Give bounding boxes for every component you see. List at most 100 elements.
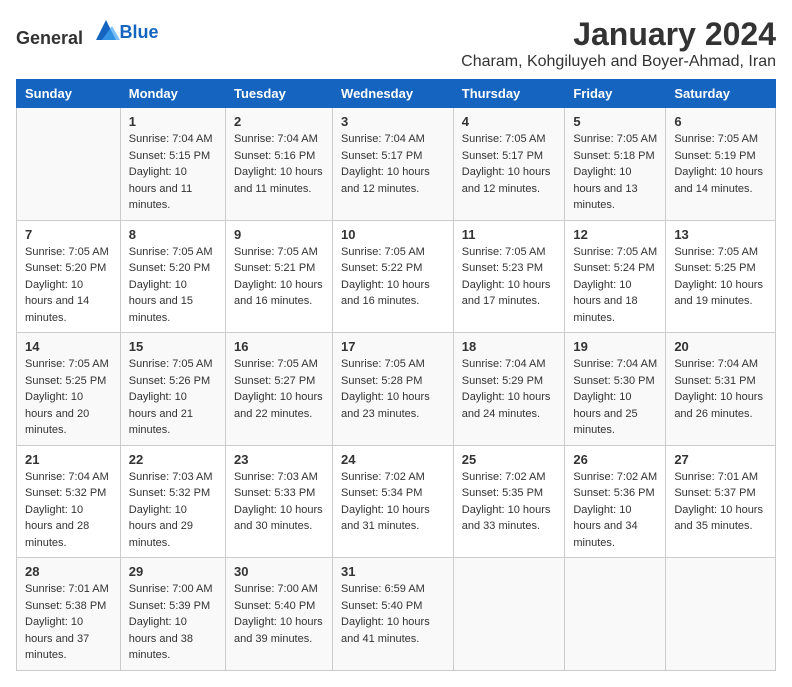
- day-number: 5: [573, 114, 657, 129]
- day-info: Sunrise: 7:05 AM Sunset: 5:24 PM Dayligh…: [573, 244, 657, 327]
- sunrise: Sunrise: 7:05 AM: [25, 358, 109, 370]
- day-number: 3: [341, 114, 445, 129]
- sunset: Sunset: 5:30 PM: [573, 375, 654, 387]
- daylight: Daylight: 10 hours and 22 minutes.: [234, 391, 323, 420]
- day-info: Sunrise: 7:05 AM Sunset: 5:23 PM Dayligh…: [462, 244, 557, 310]
- sunset: Sunset: 5:17 PM: [462, 150, 543, 162]
- day-info: Sunrise: 7:05 AM Sunset: 5:27 PM Dayligh…: [234, 356, 324, 422]
- day-info: Sunrise: 7:02 AM Sunset: 5:35 PM Dayligh…: [462, 469, 557, 535]
- day-number: 26: [573, 452, 657, 467]
- sunrise: Sunrise: 7:04 AM: [25, 471, 109, 483]
- sunset: Sunset: 5:31 PM: [674, 375, 755, 387]
- header-monday: Monday: [120, 80, 225, 108]
- day-info: Sunrise: 7:05 AM Sunset: 5:17 PM Dayligh…: [462, 131, 557, 197]
- calendar-week-1: 1 Sunrise: 7:04 AM Sunset: 5:15 PM Dayli…: [17, 108, 776, 221]
- daylight: Daylight: 10 hours and 13 minutes.: [573, 166, 637, 211]
- calendar-cell: 22 Sunrise: 7:03 AM Sunset: 5:32 PM Dayl…: [120, 445, 225, 558]
- calendar-table: SundayMondayTuesdayWednesdayThursdayFrid…: [16, 79, 776, 671]
- day-number: 1: [129, 114, 217, 129]
- sunrise: Sunrise: 7:05 AM: [573, 133, 657, 145]
- daylight: Daylight: 10 hours and 35 minutes.: [674, 504, 763, 533]
- sunrise: Sunrise: 7:05 AM: [674, 133, 758, 145]
- calendar-cell: 5 Sunrise: 7:05 AM Sunset: 5:18 PM Dayli…: [565, 108, 666, 221]
- daylight: Daylight: 10 hours and 18 minutes.: [573, 279, 637, 324]
- day-info: Sunrise: 7:04 AM Sunset: 5:32 PM Dayligh…: [25, 469, 112, 552]
- daylight: Daylight: 10 hours and 19 minutes.: [674, 279, 763, 308]
- sunrise: Sunrise: 7:03 AM: [234, 471, 318, 483]
- daylight: Daylight: 10 hours and 11 minutes.: [129, 166, 192, 211]
- day-number: 23: [234, 452, 324, 467]
- day-info: Sunrise: 7:05 AM Sunset: 5:20 PM Dayligh…: [129, 244, 217, 327]
- daylight: Daylight: 10 hours and 24 minutes.: [462, 391, 551, 420]
- day-info: Sunrise: 7:04 AM Sunset: 5:15 PM Dayligh…: [129, 131, 217, 214]
- sunset: Sunset: 5:36 PM: [573, 487, 654, 499]
- daylight: Daylight: 10 hours and 17 minutes.: [462, 279, 551, 308]
- daylight: Daylight: 10 hours and 38 minutes.: [129, 616, 193, 661]
- day-info: Sunrise: 7:05 AM Sunset: 5:26 PM Dayligh…: [129, 356, 217, 439]
- daylight: Daylight: 10 hours and 33 minutes.: [462, 504, 551, 533]
- sunset: Sunset: 5:20 PM: [25, 262, 106, 274]
- sunrise: Sunrise: 7:03 AM: [129, 471, 213, 483]
- header-saturday: Saturday: [666, 80, 776, 108]
- sunset: Sunset: 5:29 PM: [462, 375, 543, 387]
- daylight: Daylight: 10 hours and 20 minutes.: [25, 391, 89, 436]
- daylight: Daylight: 10 hours and 31 minutes.: [341, 504, 430, 533]
- sunset: Sunset: 5:39 PM: [129, 600, 210, 612]
- sunset: Sunset: 5:24 PM: [573, 262, 654, 274]
- logo-icon: [92, 16, 120, 44]
- calendar-cell: 27 Sunrise: 7:01 AM Sunset: 5:37 PM Dayl…: [666, 445, 776, 558]
- logo: General Blue: [16, 16, 159, 49]
- calendar-cell: [565, 558, 666, 671]
- calendar-week-2: 7 Sunrise: 7:05 AM Sunset: 5:20 PM Dayli…: [17, 220, 776, 333]
- daylight: Daylight: 10 hours and 39 minutes.: [234, 616, 323, 645]
- day-info: Sunrise: 7:00 AM Sunset: 5:39 PM Dayligh…: [129, 581, 217, 664]
- calendar-cell: 17 Sunrise: 7:05 AM Sunset: 5:28 PM Dayl…: [333, 333, 454, 446]
- calendar-cell: 24 Sunrise: 7:02 AM Sunset: 5:34 PM Dayl…: [333, 445, 454, 558]
- day-info: Sunrise: 7:05 AM Sunset: 5:28 PM Dayligh…: [341, 356, 445, 422]
- day-info: Sunrise: 7:05 AM Sunset: 5:20 PM Dayligh…: [25, 244, 112, 327]
- day-info: Sunrise: 7:03 AM Sunset: 5:32 PM Dayligh…: [129, 469, 217, 552]
- calendar-cell: 8 Sunrise: 7:05 AM Sunset: 5:20 PM Dayli…: [120, 220, 225, 333]
- sunrise: Sunrise: 7:04 AM: [129, 133, 213, 145]
- calendar-cell: 2 Sunrise: 7:04 AM Sunset: 5:16 PM Dayli…: [226, 108, 333, 221]
- sunrise: Sunrise: 7:05 AM: [234, 358, 318, 370]
- day-number: 16: [234, 339, 324, 354]
- day-number: 14: [25, 339, 112, 354]
- calendar-cell: 15 Sunrise: 7:05 AM Sunset: 5:26 PM Dayl…: [120, 333, 225, 446]
- day-number: 12: [573, 227, 657, 242]
- day-number: 17: [341, 339, 445, 354]
- calendar-cell: 3 Sunrise: 7:04 AM Sunset: 5:17 PM Dayli…: [333, 108, 454, 221]
- sunrise: Sunrise: 6:59 AM: [341, 583, 425, 595]
- calendar-cell: 12 Sunrise: 7:05 AM Sunset: 5:24 PM Dayl…: [565, 220, 666, 333]
- calendar-cell: [17, 108, 121, 221]
- day-number: 10: [341, 227, 445, 242]
- calendar-cell: 1 Sunrise: 7:04 AM Sunset: 5:15 PM Dayli…: [120, 108, 225, 221]
- sunset: Sunset: 5:37 PM: [674, 487, 755, 499]
- day-number: 15: [129, 339, 217, 354]
- day-number: 27: [674, 452, 767, 467]
- sunset: Sunset: 5:15 PM: [129, 150, 210, 162]
- sunset: Sunset: 5:32 PM: [129, 487, 210, 499]
- calendar-cell: 9 Sunrise: 7:05 AM Sunset: 5:21 PM Dayli…: [226, 220, 333, 333]
- sunset: Sunset: 5:38 PM: [25, 600, 106, 612]
- daylight: Daylight: 10 hours and 25 minutes.: [573, 391, 637, 436]
- daylight: Daylight: 10 hours and 41 minutes.: [341, 616, 430, 645]
- daylight: Daylight: 10 hours and 23 minutes.: [341, 391, 430, 420]
- logo-general: General: [16, 28, 83, 48]
- day-info: Sunrise: 7:03 AM Sunset: 5:33 PM Dayligh…: [234, 469, 324, 535]
- calendar-week-4: 21 Sunrise: 7:04 AM Sunset: 5:32 PM Dayl…: [17, 445, 776, 558]
- day-number: 7: [25, 227, 112, 242]
- day-info: Sunrise: 7:05 AM Sunset: 5:22 PM Dayligh…: [341, 244, 445, 310]
- calendar-cell: 10 Sunrise: 7:05 AM Sunset: 5:22 PM Dayl…: [333, 220, 454, 333]
- calendar-cell: 16 Sunrise: 7:05 AM Sunset: 5:27 PM Dayl…: [226, 333, 333, 446]
- daylight: Daylight: 10 hours and 14 minutes.: [25, 279, 89, 324]
- header-wednesday: Wednesday: [333, 80, 454, 108]
- header-friday: Friday: [565, 80, 666, 108]
- sunset: Sunset: 5:26 PM: [129, 375, 210, 387]
- sunrise: Sunrise: 7:01 AM: [674, 471, 758, 483]
- subtitle: Charam, Kohgiluyeh and Boyer-Ahmad, Iran: [461, 53, 776, 71]
- day-info: Sunrise: 7:00 AM Sunset: 5:40 PM Dayligh…: [234, 581, 324, 647]
- sunset: Sunset: 5:28 PM: [341, 375, 422, 387]
- sunrise: Sunrise: 7:04 AM: [234, 133, 318, 145]
- sunrise: Sunrise: 7:00 AM: [234, 583, 318, 595]
